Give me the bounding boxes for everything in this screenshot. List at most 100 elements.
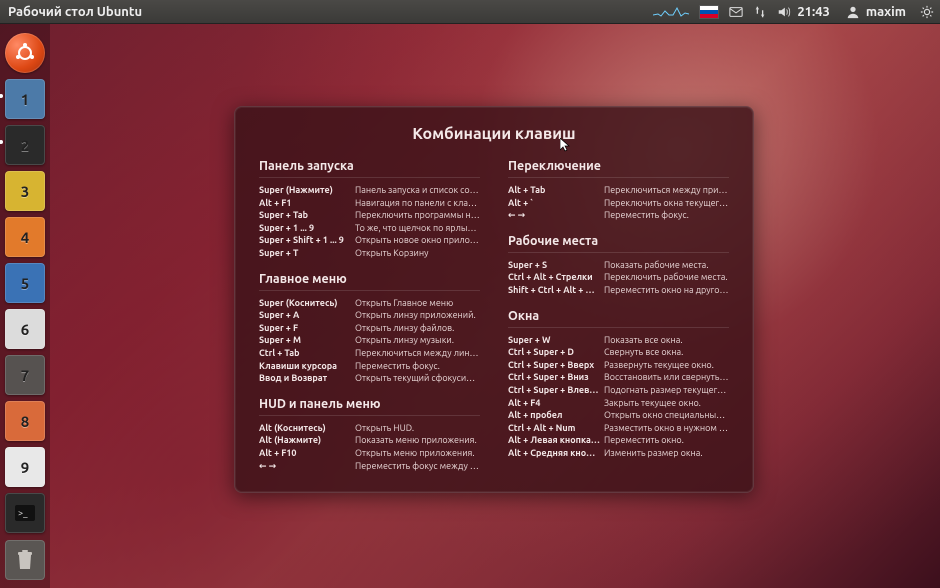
shortcut-key: Super (Коснитесь): [259, 297, 355, 310]
section-title: Рабочие места: [508, 234, 729, 253]
shortcut-key: Alt + F4: [508, 397, 604, 410]
shortcut-desc: Переместить окно на другое рабочее место…: [604, 284, 729, 297]
launcher-icon-1[interactable]: 1: [5, 79, 45, 119]
shortcut-desc: Открыть HUD.: [355, 422, 480, 435]
shortcut-key: Super + A: [259, 309, 355, 322]
section-title: Окна: [508, 309, 729, 328]
shortcut-desc: Переключить программы на панели.: [355, 209, 480, 222]
shortcut-row: Super + TabПереключить программы на пане…: [259, 209, 480, 222]
shortcut-desc: Переключить рабочие места.: [604, 271, 729, 284]
overlay-left-column: Панель запускаSuper (Нажмите)Панель запу…: [259, 159, 480, 472]
shortcut-row: Ввод и ВозвратОткрыть текущий сфокусиров…: [259, 372, 480, 385]
network-indicator[interactable]: [753, 5, 767, 19]
shortcut-key: Ctrl + Tab: [259, 347, 355, 360]
shortcut-row: Alt + TabПереключиться между приложениям…: [508, 184, 729, 197]
user-indicator[interactable]: [846, 5, 860, 19]
shortcut-desc: Открыть текущий сфокусированный объект: [355, 372, 480, 385]
launcher-number: 5: [21, 275, 29, 292]
shortcut-row: Ctrl + Alt + NumРазместить окно в нужном…: [508, 422, 729, 435]
shortcut-key: ← →: [259, 460, 355, 473]
shortcut-row: Alt (Коснитесь)Открыть HUD.: [259, 422, 480, 435]
shortcut-row: Super + SПоказать рабочие места.: [508, 259, 729, 272]
shortcut-desc: Изменить размер окна.: [604, 447, 729, 460]
shortcut-key: Ctrl + Alt + Num: [508, 422, 604, 435]
shortcut-row: ← →Переместить фокус между меню.: [259, 460, 480, 473]
launcher-number: 9: [21, 459, 29, 476]
session-indicator[interactable]: [920, 5, 934, 19]
shortcut-desc: То же, что щелчок по ярлыку на панели: [355, 222, 480, 235]
launcher-icon-8[interactable]: 8: [5, 401, 45, 441]
launcher-number: 3: [21, 183, 29, 200]
keyboard-shortcuts-overlay: Комбинации клавиш Панель запускаSuper (Н…: [234, 106, 754, 493]
messages-indicator[interactable]: [729, 5, 743, 19]
overlay-title: Комбинации клавиш: [259, 125, 729, 143]
shortcut-key: Ctrl + Super + Вниз: [508, 371, 604, 384]
shortcut-desc: Переключить окна текущего приложения.: [604, 197, 729, 210]
shortcut-key: Alt + Tab: [508, 184, 604, 197]
shortcut-row: Ctrl + Super + ВнизВосстановить или свер…: [508, 371, 729, 384]
network-icon: [753, 5, 767, 19]
shortcut-row: Клавиши курсораПереместить фокус.: [259, 360, 480, 373]
launcher: 1 2 3 4 5 6 7 8 9 >_: [0, 24, 50, 588]
shortcut-key: Alt + Средняя кнопка …: [508, 447, 604, 460]
launcher-trash[interactable]: [5, 540, 45, 580]
shortcut-key: Super + Tab: [259, 209, 355, 222]
user-name[interactable]: maxim: [866, 5, 906, 19]
shortcut-key: Ctrl + Alt + Стрелки: [508, 271, 604, 284]
shortcut-key: Super + S: [508, 259, 604, 272]
launcher-icon-5[interactable]: 5: [5, 263, 45, 303]
shortcut-row: Alt + F1Навигация по панели с клавиатуры…: [259, 197, 480, 210]
shortcut-row: Alt + пробелОткрыть окно специальных воз…: [508, 409, 729, 422]
sound-indicator[interactable]: [777, 5, 791, 19]
shortcut-desc: Открыть Главное меню: [355, 297, 480, 310]
shortcut-row: Ctrl + Super + DСвернуть все окна.: [508, 346, 729, 359]
shortcut-key: Ctrl + Super + D: [508, 346, 604, 359]
shortcut-desc: Подогнать размер текущего окна.: [604, 384, 729, 397]
shortcut-row: Super + MОткрыть линзу музыки.: [259, 334, 480, 347]
shortcut-row: ← →Переместить фокус.: [508, 209, 729, 222]
shortcut-key: Shift + Ctrl + Alt + Стре…: [508, 284, 604, 297]
ubuntu-logo-icon: [14, 42, 36, 64]
window-title: Рабочий стол Ubuntu: [8, 5, 142, 19]
launcher-icon-6[interactable]: 6: [5, 309, 45, 349]
svg-text:>_: >_: [18, 508, 28, 518]
shortcut-row: Alt + Средняя кнопка …Изменить размер ок…: [508, 447, 729, 460]
shortcut-desc: Разместить окно в нужном месте.: [604, 422, 729, 435]
keyboard-layout-indicator[interactable]: [699, 5, 719, 19]
shortcut-row: Super (Коснитесь)Открыть Главное меню: [259, 297, 480, 310]
shortcut-row: Super + 1 ... 9То же, что щелчок по ярлы…: [259, 222, 480, 235]
launcher-icon-term[interactable]: >_: [5, 493, 45, 533]
shortcut-row: Alt + `Переключить окна текущего приложе…: [508, 197, 729, 210]
shortcut-key: Alt (Коснитесь): [259, 422, 355, 435]
shortcut-desc: Показать все окна.: [604, 334, 729, 347]
launcher-icon-9[interactable]: 9: [5, 447, 45, 487]
shortcut-desc: Закрыть текущее окно.: [604, 397, 729, 410]
shortcut-row: Alt (Нажмите)Показать меню приложения.: [259, 434, 480, 447]
launcher-icon-2[interactable]: 2: [5, 125, 45, 165]
shortcut-desc: Переместить фокус.: [355, 360, 480, 373]
launcher-dash[interactable]: [5, 33, 45, 73]
shortcut-row: Ctrl + Alt + СтрелкиПереключить рабочие …: [508, 271, 729, 284]
clock[interactable]: 21:43: [797, 5, 830, 19]
section-title: Переключение: [508, 159, 729, 178]
shortcut-row: Alt + Левая кнопка Пе…Переместить окно.: [508, 434, 729, 447]
shortcut-desc: Переместить окно.: [604, 434, 729, 447]
section-title: HUD и панель меню: [259, 397, 480, 416]
shortcut-desc: Панель запуска и список сочетаний клавиш…: [355, 184, 480, 197]
launcher-icon-3[interactable]: 3: [5, 171, 45, 211]
shortcut-desc: Переместить фокус между меню.: [355, 460, 480, 473]
launcher-icon-4[interactable]: 4: [5, 217, 45, 257]
user-icon: [846, 5, 860, 19]
launcher-number: 7: [21, 367, 29, 384]
launcher-number: 1: [21, 91, 29, 108]
launcher-number: 8: [21, 413, 29, 430]
system-monitor-indicator[interactable]: [653, 5, 689, 19]
shortcut-row: Ctrl + Super + ВверхРазвернуть текущее о…: [508, 359, 729, 372]
volume-icon: [777, 5, 791, 19]
launcher-icon-7[interactable]: 7: [5, 355, 45, 395]
shortcut-desc: Открыть окно специальных возможностей.: [604, 409, 729, 422]
shortcut-desc: Свернуть все окна.: [604, 346, 729, 359]
shortcut-key: Super + T: [259, 247, 355, 260]
shortcut-desc: Открыть новое окно приложения: [355, 234, 480, 247]
shortcut-key: Super + M: [259, 334, 355, 347]
